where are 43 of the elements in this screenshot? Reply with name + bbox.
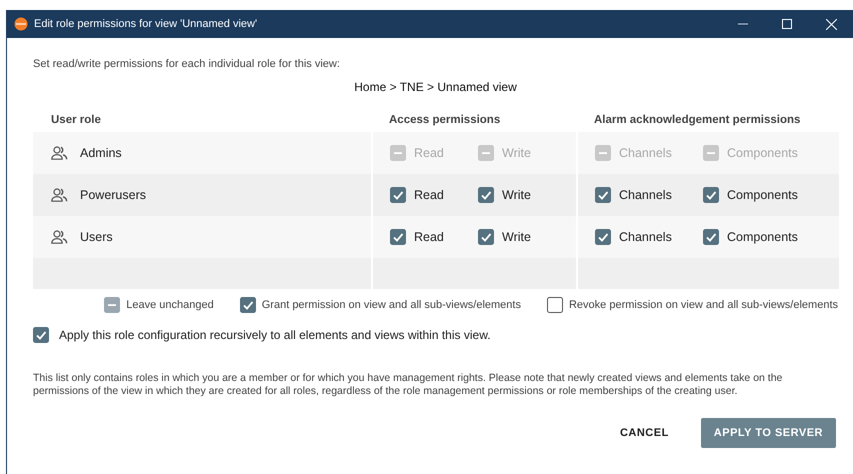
legend-label: Leave unchanged [126, 299, 214, 311]
info-note: This list only contains roles in which you are a member or for which you have management rights. Please note that newly created views and elements take on the permissions of the view in which they are created for all roles, regardless of the role management permissions or role memberships of the creating user. [33, 372, 784, 398]
apply-button[interactable]: APPLY TO SERVER [700, 418, 836, 448]
breadcrumb-path: Home > TNE > Unnamed view [353, 80, 518, 94]
permission-label: Components [727, 146, 798, 160]
permission-label: Components [727, 230, 798, 244]
maximize-icon[interactable] [782, 19, 792, 29]
permission-label: Read [414, 230, 444, 244]
permission-label: Write [502, 188, 531, 202]
app-logo-icon [14, 17, 28, 31]
permission-label: Channels [619, 188, 672, 202]
permission-checkbox[interactable] [595, 187, 611, 203]
permission-label: Channels [619, 146, 672, 160]
user-group-icon [51, 188, 68, 202]
permission-checkbox[interactable] [390, 229, 406, 245]
close-icon[interactable] [826, 18, 836, 30]
role-name: Admins [80, 146, 122, 160]
permission-checkbox[interactable] [595, 229, 611, 245]
window-title: Edit role permissions for view 'Unnamed view' [34, 18, 258, 30]
recursive-label: Apply this role configuration recursively to all elements and views within this view. [59, 328, 491, 342]
permission-label: Components [727, 188, 798, 202]
permission-label: Channels [619, 230, 672, 244]
column-header: Access permissions [388, 114, 502, 128]
permission-checkbox[interactable] [478, 229, 494, 245]
permission-checkbox[interactable] [478, 187, 494, 203]
recursive-checkbox[interactable] [33, 327, 49, 343]
permission-checkbox[interactable] [390, 187, 406, 203]
instruction-text: Set read/write permissions for each individual role for this view: [33, 58, 341, 70]
permission-label: Read [414, 188, 444, 202]
permission-checkbox[interactable] [703, 229, 719, 245]
cancel-button[interactable]: CANCEL [612, 419, 677, 448]
role-name: Users [80, 230, 113, 244]
permission-checkbox[interactable] [703, 187, 719, 203]
role-name: Powerusers [80, 188, 146, 202]
column-header: Alarm acknowledgement permissions [593, 114, 802, 128]
user-group-icon [51, 146, 68, 160]
permission-label: Write [502, 146, 531, 160]
permission-label: Read [414, 146, 444, 160]
permission-label: Write [502, 230, 531, 244]
user-group-icon [51, 230, 68, 244]
column-header: User role [50, 114, 102, 128]
legend-label: Revoke permission on view and all sub-views/elements [568, 299, 838, 311]
legend-label: Grant permission on view and all sub-views/elements [262, 299, 521, 311]
